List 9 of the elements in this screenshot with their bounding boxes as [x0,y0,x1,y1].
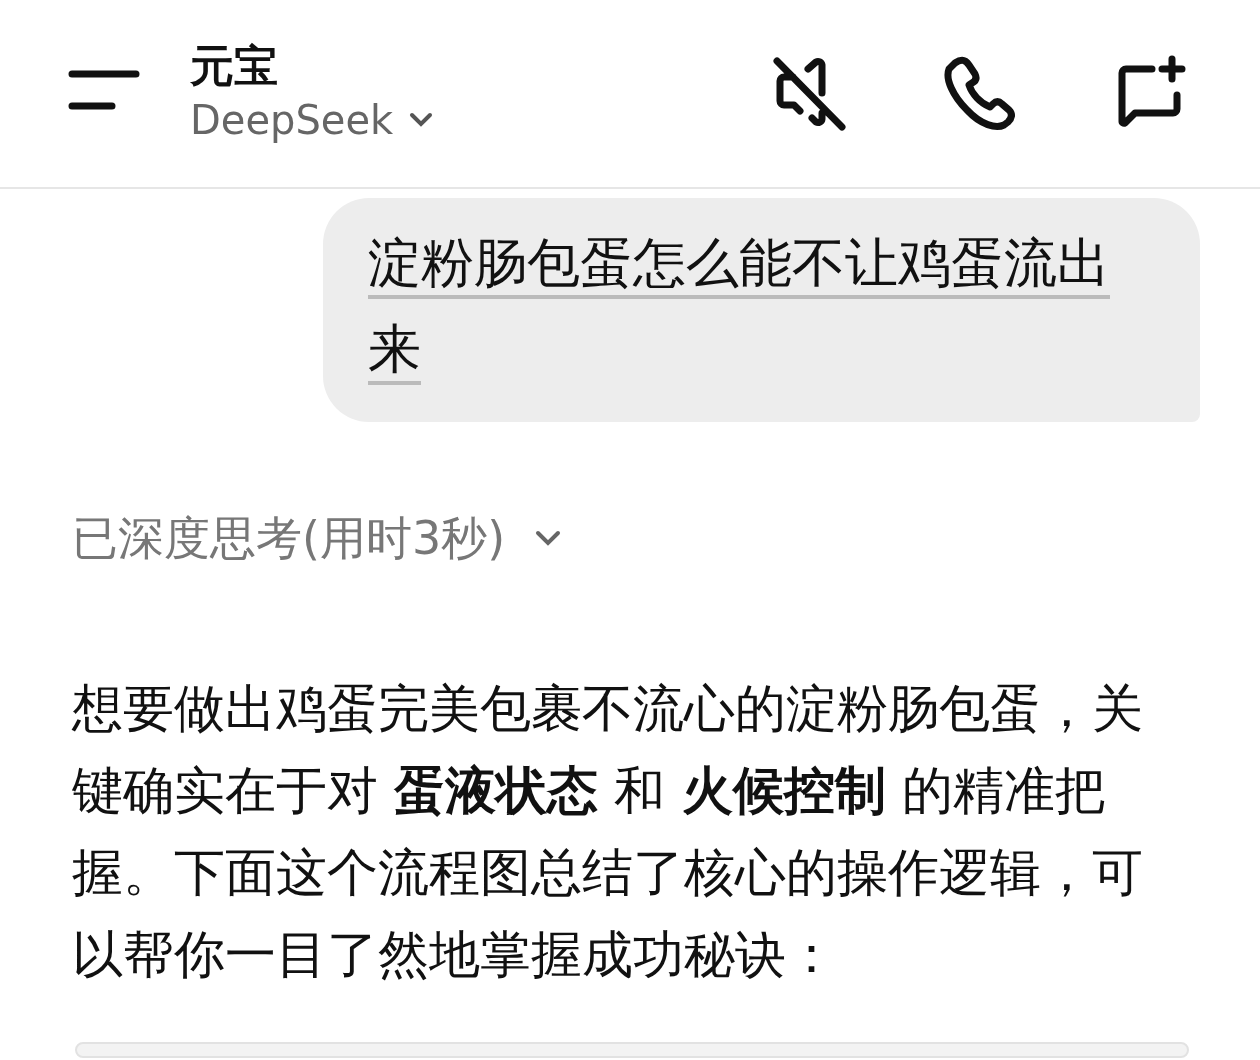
thinking-toggle[interactable]: 已深度思考(用时3秒) [72,508,506,568]
answer-paragraph: 想要做出鸡蛋完美包裹不流心的淀粉肠包蛋，关键确实在于对 蛋液状态 和 火候控制 的精准把握。下面这个流程图总结了核心的操作逻辑，可以帮你一目了然地掌握成功秘诀： [72,678,1144,986]
chevron-down-icon[interactable] [535,530,562,546]
user-message-text: 淀粉肠包蛋怎么能不让鸡蛋流出来 [368,232,1110,379]
model-selector[interactable]: DeepSeek [190,91,394,148]
mute-icon[interactable] [770,54,846,131]
chevron-down-icon[interactable] [409,111,434,128]
menu-icon[interactable] [68,69,140,110]
chat-title: 元宝 [190,39,279,92]
